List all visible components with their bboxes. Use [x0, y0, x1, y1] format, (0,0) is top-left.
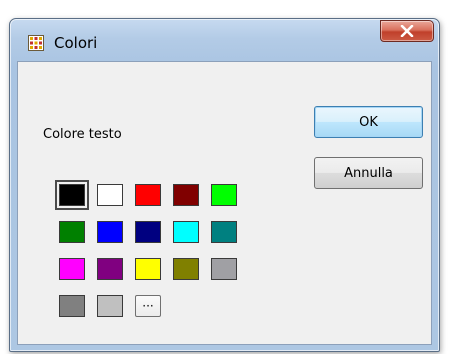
color-swatch-gray-dark[interactable]	[59, 295, 85, 317]
color-swatch-black[interactable]	[55, 180, 89, 210]
close-button[interactable]	[380, 20, 434, 42]
close-x-icon	[400, 25, 414, 37]
color-grid-icon	[28, 35, 44, 51]
color-swatch-white[interactable]	[97, 184, 123, 206]
color-dialog-window: Colori Colore testo OK Annulla ···	[9, 18, 440, 352]
color-swatch-lime[interactable]	[211, 184, 237, 206]
color-swatch-silver[interactable]	[97, 295, 123, 317]
color-swatch-olive[interactable]	[173, 258, 199, 280]
color-swatch-purple[interactable]	[97, 258, 123, 280]
more-colors-button[interactable]: ···	[135, 295, 161, 317]
title-bar[interactable]: Colori	[10, 19, 439, 61]
color-swatch-magenta[interactable]	[59, 258, 85, 280]
color-swatch-gray-light[interactable]	[211, 258, 237, 280]
color-swatch-blue[interactable]	[97, 221, 123, 243]
color-swatch-red[interactable]	[135, 184, 161, 206]
ok-button[interactable]: OK	[314, 106, 423, 138]
cancel-button[interactable]: Annulla	[314, 157, 423, 189]
window-title: Colori	[54, 34, 98, 52]
text-color-label: Colore testo	[43, 127, 122, 142]
color-swatch-yellow[interactable]	[135, 258, 161, 280]
dialog-client-area: Colore testo OK Annulla ···	[17, 61, 432, 345]
color-swatch-teal[interactable]	[211, 221, 237, 243]
color-swatch-cyan[interactable]	[173, 221, 199, 243]
color-swatch-navy[interactable]	[135, 221, 161, 243]
color-swatch-green[interactable]	[59, 221, 85, 243]
color-swatch-maroon[interactable]	[173, 184, 199, 206]
